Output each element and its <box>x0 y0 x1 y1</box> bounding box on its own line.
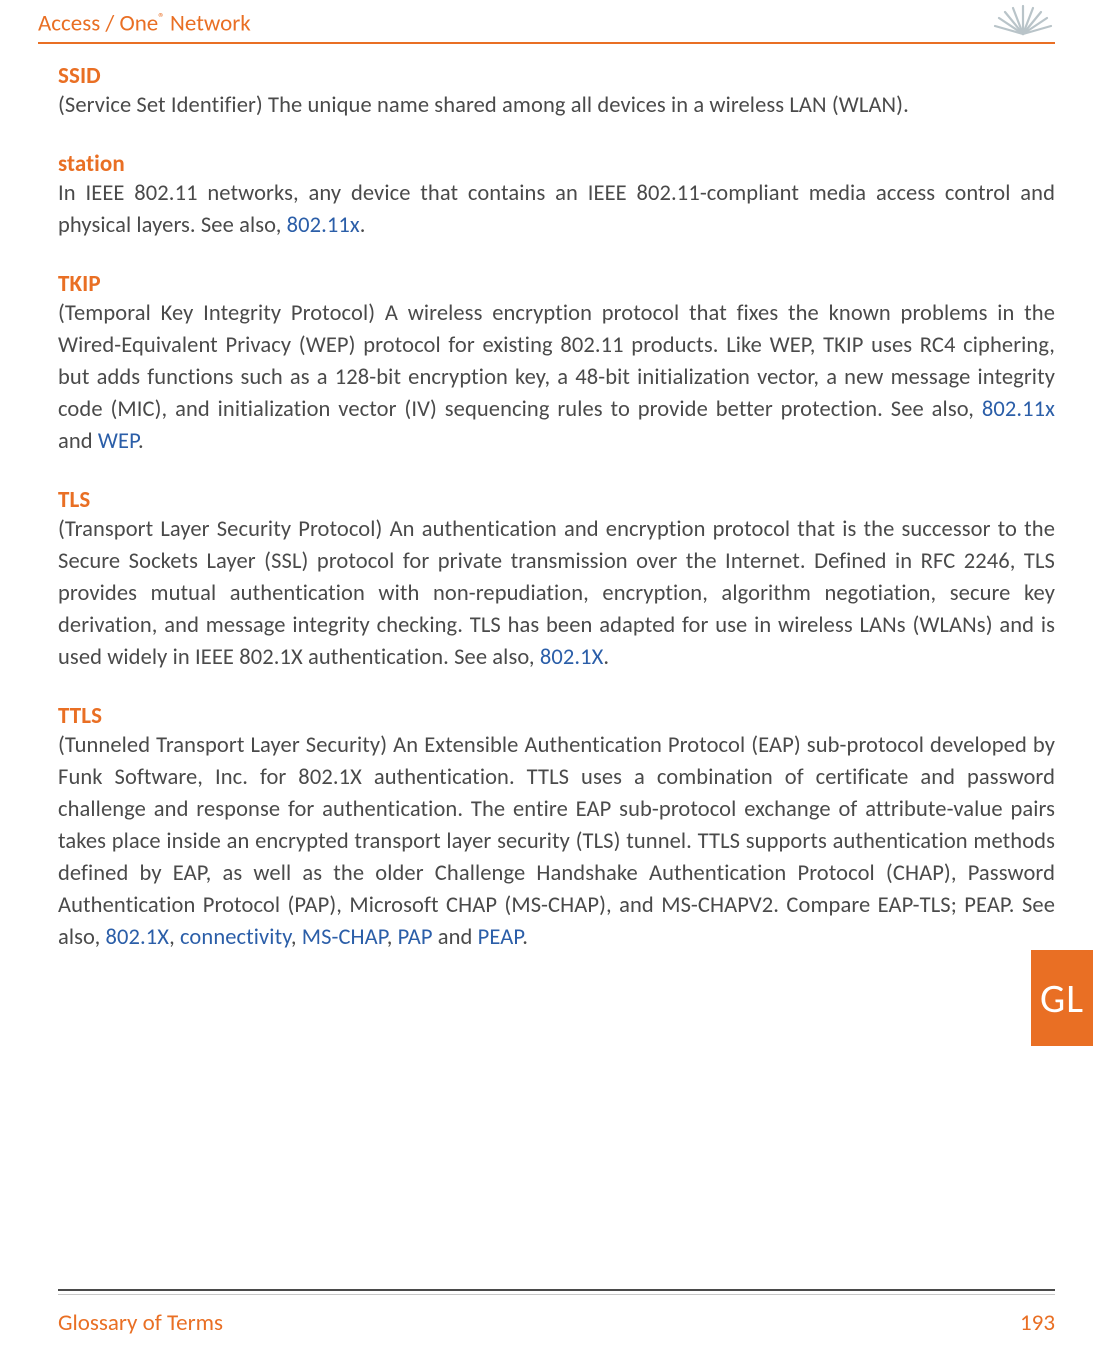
text: , <box>169 924 180 951</box>
text: (Temporal Key Integrity Protocol) A wire… <box>58 300 1055 423</box>
content-area: SSID (Service Set Identifier) The unique… <box>0 44 1093 954</box>
text: , <box>291 924 302 951</box>
term-tls: TLS (Transport Layer Security Protocol) … <box>58 486 1055 674</box>
glossary-link[interactable]: 802.1X <box>540 644 604 671</box>
glossary-link[interactable]: PAP <box>398 924 433 951</box>
glossary-link[interactable]: connectivity <box>180 924 291 951</box>
text: . <box>522 924 528 951</box>
term-head: SSID <box>58 62 1055 90</box>
term-head: TTLS <box>58 702 1055 730</box>
footer-row: Glossary of Terms 193 <box>38 1309 1055 1337</box>
term-body: (Service Set Identifier) The unique name… <box>58 90 1055 122</box>
glossary-link[interactable]: 802.11x <box>982 396 1055 423</box>
text: In IEEE 802.11 networks, any device that… <box>58 180 1055 239</box>
text: and <box>58 428 98 455</box>
glossary-link[interactable]: 802.1X <box>106 924 170 951</box>
term-body: In IEEE 802.11 networks, any device that… <box>58 178 1055 242</box>
text: . <box>603 644 609 671</box>
term-head: TLS <box>58 486 1055 514</box>
term-station: station In IEEE 802.11 networks, any dev… <box>58 150 1055 242</box>
term-body: (Transport Layer Security Protocol) An a… <box>58 514 1055 674</box>
text: . <box>138 428 144 455</box>
glossary-link[interactable]: 802.11x <box>287 212 360 239</box>
term-body: (Temporal Key Integrity Protocol) A wire… <box>58 298 1055 458</box>
footer-title: Glossary of Terms <box>58 1309 223 1337</box>
term-ssid: SSID (Service Set Identifier) The unique… <box>58 62 1055 122</box>
brand-registered: ® <box>158 11 165 26</box>
term-head: TKIP <box>58 270 1055 298</box>
page-number: 193 <box>1020 1309 1055 1337</box>
glossary-link[interactable]: PEAP <box>478 924 523 951</box>
term-head: station <box>58 150 1055 178</box>
footer-rule-dark <box>58 1289 1055 1291</box>
brand-post: Network <box>165 10 251 38</box>
glossary-link[interactable]: WEP <box>98 428 138 455</box>
footer-rule-light <box>58 1294 1055 1295</box>
brand-pre: Access / One <box>38 10 158 38</box>
page: Access / One® Network SSID <box>0 2 1093 1363</box>
fan-logo-icon <box>993 4 1053 38</box>
text: . <box>360 212 366 239</box>
page-header: Access / One® Network <box>0 2 1093 38</box>
term-ttls: TTLS (Tunneled Transport Layer Security)… <box>58 702 1055 954</box>
term-tkip: TKIP (Temporal Key Integrity Protocol) A… <box>58 270 1055 458</box>
text: , <box>387 924 398 951</box>
section-tab-gl: GL <box>1031 950 1093 1046</box>
glossary-link[interactable]: MS-CHAP <box>302 924 387 951</box>
term-body: (Tunneled Transport Layer Security) An E… <box>58 730 1055 954</box>
text: (Tunneled Transport Layer Security) An E… <box>58 732 1055 951</box>
page-footer: Glossary of Terms 193 <box>38 1289 1055 1337</box>
brand-title: Access / One® Network <box>38 5 251 38</box>
text: and <box>433 924 478 951</box>
section-tab-label: GL <box>1040 974 1084 1023</box>
